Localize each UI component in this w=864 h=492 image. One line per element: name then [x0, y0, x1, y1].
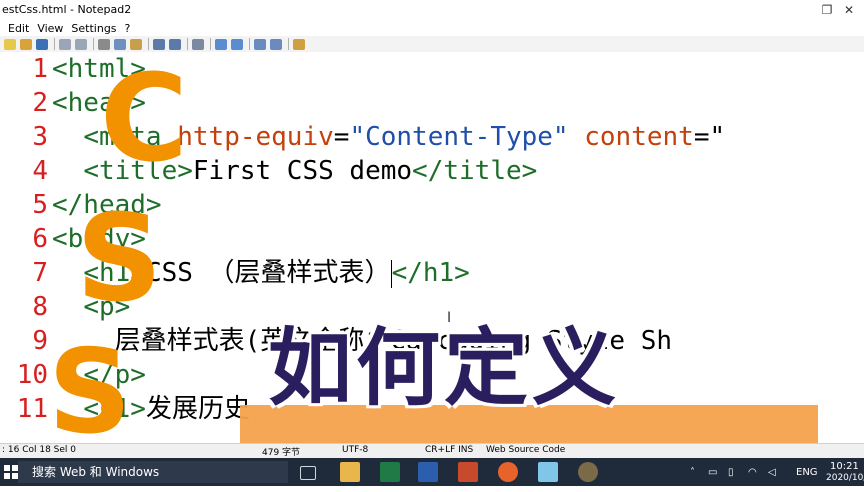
notepad2-icon[interactable] [538, 462, 558, 482]
line-number: 2 [32, 88, 48, 118]
toolbar-separator [54, 38, 55, 50]
scheme-icon[interactable] [254, 38, 266, 50]
volume-icon[interactable]: ◁ [768, 458, 776, 486]
cut-icon[interactable] [98, 38, 110, 50]
operator-token: = [333, 122, 350, 152]
operator-token: =" [693, 122, 726, 152]
zoom-in-icon[interactable] [215, 38, 227, 50]
paste-icon[interactable] [130, 38, 142, 50]
toolbar-separator [210, 38, 211, 50]
line-number: 6 [32, 224, 48, 254]
open-file-icon[interactable] [20, 38, 32, 50]
menu-edit[interactable]: Edit [8, 22, 29, 35]
toolbar-separator [288, 38, 289, 50]
line-number: 1 [32, 54, 48, 84]
find-icon[interactable] [153, 38, 165, 50]
line-number: 10 [16, 360, 48, 390]
toolbar-separator [187, 38, 188, 50]
line-number: 5 [32, 190, 48, 220]
input-language[interactable]: ENG [796, 458, 818, 486]
line-number: 9 [32, 326, 48, 356]
tag-token: </title> [412, 156, 538, 186]
line-number: 3 [32, 122, 48, 152]
line-number-gutter: 1 2 3 4 5 6 7 8 9 10 11 [0, 52, 50, 432]
task-view-icon[interactable] [300, 466, 316, 480]
attribute-token: http-equiv [177, 122, 334, 152]
word-wrap-icon[interactable] [192, 38, 204, 50]
line-number: 8 [32, 292, 48, 322]
overlay-letter-s: S [76, 190, 163, 329]
overlay-letter-s: S [48, 325, 132, 460]
window-title: estCss.html - Notepad2 [2, 3, 132, 16]
zoom-out-icon[interactable] [231, 38, 243, 50]
status-eol-mode[interactable]: CR+LF INS [425, 445, 473, 455]
menu-help[interactable]: ? [125, 22, 131, 35]
value-token: "Content-Type" [349, 122, 569, 152]
windows-taskbar: 搜索 Web 和 Windows ˄ ▭ ▯ ◠ ◁ ENG 10:21 202… [0, 458, 864, 486]
menu-view[interactable]: View [37, 22, 63, 35]
text-token: 发展历史 [145, 394, 250, 424]
tray-up-arrow-icon[interactable]: ˄ [690, 458, 695, 486]
status-encoding[interactable]: UTF-8 [342, 445, 368, 455]
headline-text: 如何定义 [268, 319, 621, 417]
customize-scheme-icon[interactable] [270, 38, 282, 50]
menu-bar: Edit View Settings ? [0, 20, 864, 36]
windows-start-icon[interactable] [4, 465, 18, 479]
close-button[interactable]: ✕ [834, 0, 864, 20]
toolbar-separator [148, 38, 149, 50]
battery-icon[interactable]: ▯ [728, 458, 734, 486]
word-icon[interactable] [418, 462, 438, 482]
overlay-letter-c: C [100, 50, 189, 189]
line-number: 11 [16, 394, 48, 424]
status-cursor-position: : 16 Col 18 Sel 0 [2, 445, 77, 455]
title-bar: estCss.html - Notepad2 ❐ ✕ [0, 0, 864, 20]
line-number: 4 [32, 156, 48, 186]
tag-token: </h1> [391, 258, 470, 288]
menu-settings[interactable]: Settings [71, 22, 116, 35]
file-explorer-icon[interactable] [340, 462, 360, 482]
clock-date[interactable]: 2020/10/ [826, 464, 864, 492]
replace-icon[interactable] [169, 38, 181, 50]
copy-icon[interactable] [114, 38, 126, 50]
save-icon[interactable] [36, 38, 48, 50]
new-file-icon[interactable] [4, 38, 16, 50]
undo-icon[interactable] [59, 38, 71, 50]
redo-icon[interactable] [75, 38, 87, 50]
status-file-size: 479 字节 [262, 448, 301, 458]
line-number: 7 [32, 258, 48, 288]
toolbar-separator [249, 38, 250, 50]
network-icon[interactable]: ▭ [708, 458, 717, 486]
toolbar-separator [93, 38, 94, 50]
status-scheme[interactable]: Web Source Code [486, 445, 565, 455]
wifi-icon[interactable]: ◠ [748, 458, 757, 486]
taskbar-search-box[interactable]: 搜索 Web 和 Windows [18, 461, 288, 483]
status-bar: : 16 Col 18 Sel 0 479 字节 UTF-8 CR+LF INS… [0, 443, 864, 458]
settings-gear-icon[interactable] [578, 462, 598, 482]
settings-icon[interactable] [293, 38, 305, 50]
text-token: First CSS demo [192, 156, 413, 186]
search-placeholder: 搜索 Web 和 Windows [32, 465, 160, 479]
excel-icon[interactable] [380, 462, 400, 482]
text-token: CSS （层叠样式表） [145, 258, 391, 288]
firefox-icon[interactable] [498, 462, 518, 482]
powerpoint-icon[interactable] [458, 462, 478, 482]
attribute-token: content [584, 122, 694, 152]
